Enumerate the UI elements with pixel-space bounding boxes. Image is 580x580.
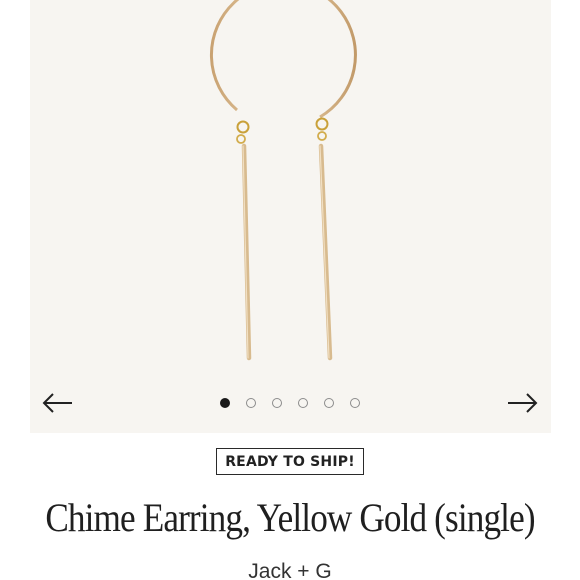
product-brand[interactable]: Jack + G (0, 558, 580, 580)
slide-dot-5[interactable] (324, 398, 334, 408)
ready-to-ship-badge: READY TO SHIP! (216, 448, 364, 475)
slide-dot-6[interactable] (350, 398, 360, 408)
product-photo (209, 0, 357, 361)
slide-dot-2[interactable] (246, 398, 256, 408)
arrow-left-icon[interactable] (40, 388, 76, 418)
slide-dot-1[interactable] (220, 398, 230, 408)
arrow-right-icon[interactable] (504, 388, 540, 418)
slide-dot-3[interactable] (272, 398, 282, 408)
product-image-gallery[interactable] (30, 0, 551, 433)
slide-dot-4[interactable] (298, 398, 308, 408)
slide-indicator (220, 398, 360, 410)
product-title: Chime Earring, Yellow Gold (single) (45, 495, 535, 540)
product-page: READY TO SHIP! Chime Earring, Yellow Gol… (0, 0, 580, 580)
